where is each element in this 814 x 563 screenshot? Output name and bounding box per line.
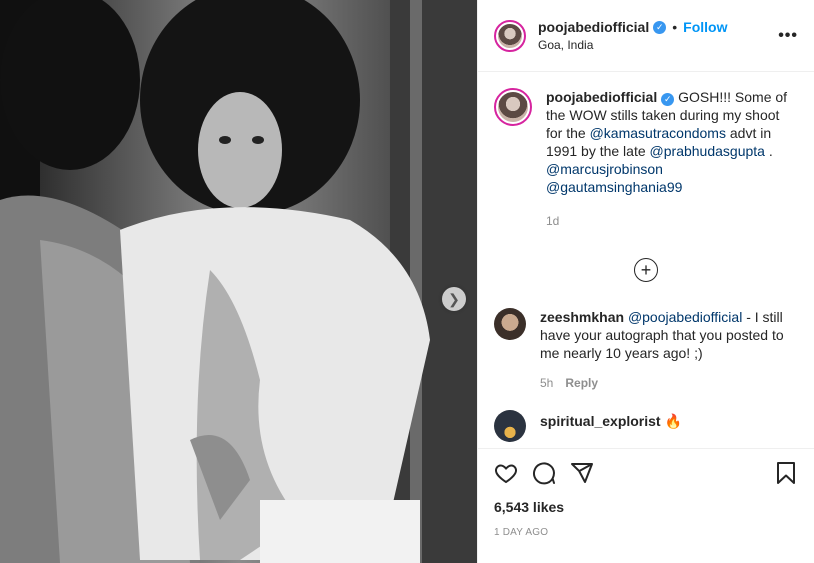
paper-plane-icon[interactable] (570, 461, 594, 485)
post-actions: 6,543 likes 1 DAY AGO (478, 448, 814, 550)
caption-time: 1d (546, 214, 560, 228)
comment-username[interactable]: spiritual_explorist (540, 413, 661, 429)
caption-mention-3[interactable]: @marcusjrobinson (546, 161, 663, 177)
photo-image (0, 0, 477, 563)
caption: poojabediofficial ✓ GOSH!!! Some of the W… (494, 88, 798, 230)
bookmark-icon[interactable] (774, 461, 798, 485)
avatar[interactable] (494, 19, 526, 52)
next-photo-button[interactable]: ❯ (442, 287, 466, 311)
reply-button[interactable]: Reply (565, 376, 598, 390)
post-date[interactable]: 1 DAY AGO (494, 527, 798, 538)
load-more-comments: + (494, 258, 798, 282)
plus-circle-icon[interactable]: + (634, 258, 658, 282)
caption-mention-4[interactable]: @gautamsinghania99 (546, 179, 682, 195)
heart-icon[interactable] (494, 461, 518, 485)
caption-username[interactable]: poojabediofficial (546, 89, 657, 105)
verified-badge-icon: ✓ (661, 92, 675, 106)
comments-list[interactable]: poojabediofficial ✓ GOSH!!! Some of the W… (478, 72, 814, 448)
comment-mention[interactable]: @poojabediofficial (628, 309, 742, 325)
comment-item: spiritual_explorist 🔥 (494, 410, 798, 442)
comment-time: 5h (540, 376, 554, 390)
post-header: poojabediofficial ✓ • Follow Goa, India … (478, 0, 814, 72)
caption-avatar[interactable] (494, 88, 532, 126)
separator-dot: • (672, 19, 678, 35)
chevron-right-icon: ❯ (448, 290, 460, 307)
comment-avatar[interactable] (494, 410, 526, 442)
post-username[interactable]: poojabediofficial (538, 19, 649, 35)
caption-text-3: . (764, 143, 773, 159)
fire-emoji: 🔥 (664, 413, 682, 429)
verified-badge-icon: ✓ (653, 20, 667, 34)
caption-mention-1[interactable]: @kamasutracondoms (590, 125, 726, 141)
more-options-icon[interactable]: ••• (778, 27, 798, 45)
caption-mention-2[interactable]: @prabhudasgupta (650, 143, 765, 159)
comment-avatar[interactable] (494, 308, 526, 340)
comment-item: zeeshmkhan @poojabediofficial - I still … (494, 308, 798, 392)
follow-button[interactable]: Follow (683, 19, 727, 35)
comment-icon[interactable] (532, 461, 556, 485)
comment-username[interactable]: zeeshmkhan (540, 309, 624, 325)
post-location[interactable]: Goa, India (538, 38, 778, 52)
post-side-panel: poojabediofficial ✓ • Follow Goa, India … (477, 0, 814, 563)
likes-count[interactable]: 6,543 likes (494, 499, 798, 515)
post-photo: ❯ (0, 0, 477, 563)
